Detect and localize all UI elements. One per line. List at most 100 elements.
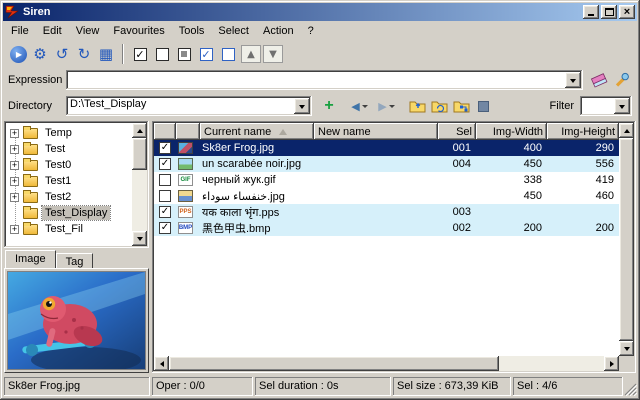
row-checkbox[interactable]: ✓ [159,206,171,218]
scroll-up-button[interactable] [132,123,147,138]
column-header-sel[interactable]: Sel [438,123,476,140]
refresh-folder-button[interactable] [428,95,450,117]
scroll-right-button[interactable] [604,356,619,371]
tree-item-test1[interactable]: + Test1 [6,173,132,189]
expander-plus-icon[interactable]: + [10,176,19,186]
tree-item-label[interactable]: Test_Fil [42,222,86,236]
arrow-right-icon: ▶ [378,99,387,113]
menu-tools[interactable]: Tools [172,22,212,40]
rename-button[interactable]: ▶ [7,43,29,65]
add-favourite-button[interactable]: + [318,95,340,117]
tree-scroll-thumb[interactable] [132,138,147,170]
tab-tag[interactable]: Tag [55,253,94,268]
menu-action[interactable]: Action [256,22,301,40]
row-checkbox[interactable]: ✓ [159,142,171,154]
expression-combo[interactable] [66,70,583,90]
tree-item-label[interactable]: Test1 [42,174,74,188]
tree-item-test-fil[interactable]: + Test_Fil [6,221,132,237]
undo-button[interactable]: ↺ [51,43,73,65]
expression-editor-button[interactable] [610,69,632,91]
expander-plus-icon[interactable]: + [10,144,19,154]
scroll-down-button[interactable] [619,341,634,356]
column-header-img-width[interactable]: Img-Width [476,123,547,140]
tree-item-label[interactable]: Test [42,142,68,156]
row-checkbox[interactable]: ✓ [159,222,171,234]
file-row-sk8er-frog[interactable]: ✓ Sk8er Frog.jpg 001 400 290 [154,140,619,156]
list-vscroll-thumb[interactable] [619,138,634,341]
check-matching-button[interactable]: ✓ [195,43,217,65]
folder-tree[interactable]: + Temp + Test + Test0 + Test1 + Test2 Te… [6,123,132,246]
tab-image[interactable]: Image [5,250,56,268]
redo-button[interactable]: ↻ [73,43,95,65]
stop-button[interactable] [472,95,494,117]
uncheck-matching-button[interactable] [217,43,239,65]
gif-file-icon: GIF [178,174,193,186]
row-checkbox[interactable] [159,190,171,202]
scroll-up-button[interactable] [619,123,634,138]
maximize-button[interactable] [601,5,617,19]
tree-item-test2[interactable]: + Test2 [6,189,132,205]
keypad-button[interactable]: ▦ [95,43,117,65]
folder-tree-button[interactable] [450,95,472,117]
row-checkbox[interactable]: ✓ [159,158,171,170]
tree-item-label-selected[interactable]: Test_Display [40,205,112,221]
directory-combo[interactable]: D:\Test_Display [66,96,312,116]
scroll-left-button[interactable] [154,356,169,371]
expression-dropdown-button[interactable] [565,72,581,88]
file-row-arabic-jpg[interactable]: خنفساء سوداء.jpg 450 460 [154,188,619,204]
forward-button[interactable]: ▶ [373,95,400,117]
move-up-button[interactable]: ▲ [241,45,261,63]
list-vscrollbar[interactable] [619,123,634,356]
menu-favourites[interactable]: Favourites [106,22,171,40]
titlebar[interactable]: Siren × [3,3,637,21]
tree-item-test[interactable]: + Test [6,141,132,157]
back-button[interactable]: ◀ [346,95,373,117]
filter-combo[interactable] [580,96,632,116]
minimize-button[interactable] [583,5,599,19]
column-header-icon[interactable] [176,123,200,140]
close-button[interactable]: × [619,5,635,19]
menu-view[interactable]: View [69,22,107,40]
file-row-hindi-pps[interactable]: ✓ PPS यक काला भृंग.pps 003 [154,204,619,220]
list-hscroll-thumb[interactable] [169,356,499,371]
tree-item-label[interactable]: Test0 [42,158,74,172]
parent-folder-button[interactable] [406,95,428,117]
tree-item-temp[interactable]: + Temp [6,125,132,141]
column-header-check[interactable] [154,123,176,140]
file-row-chinese-bmp[interactable]: ✓ BMP 黑色甲虫.bmp 002 200 200 [154,220,619,236]
select-all-button[interactable]: ✓ [129,43,151,65]
menu-file[interactable]: File [4,22,36,40]
invert-selection-button[interactable] [173,43,195,65]
column-header-current-name[interactable]: Current name [200,123,314,140]
sort-ascending-icon [279,125,288,135]
tree-item-label[interactable]: Temp [42,126,75,140]
tree-item-label[interactable]: Test2 [42,190,74,204]
options-button[interactable]: ⚙ [29,43,51,65]
tree-item-test-display[interactable]: Test_Display [6,205,132,221]
expander-plus-icon[interactable]: + [10,128,19,138]
directory-dropdown-button[interactable] [294,98,310,114]
unselect-all-button[interactable] [151,43,173,65]
resize-grip[interactable] [623,382,637,396]
menu-edit[interactable]: Edit [36,22,69,40]
expander-plus-icon[interactable]: + [10,160,19,170]
expander-plus-icon[interactable]: + [10,192,19,202]
move-down-button[interactable]: ▼ [263,45,283,63]
tree-scrollbar[interactable] [132,123,147,246]
row-checkbox[interactable] [159,174,171,186]
expander-plus-icon[interactable]: + [10,224,19,234]
file-row-cherny-zhuk[interactable]: GIF черный жук.gif 338 419 [154,172,619,188]
column-header-new-name[interactable]: New name [314,123,438,140]
tree-item-test0[interactable]: + Test0 [6,157,132,173]
list-hscrollbar[interactable] [154,356,619,371]
clear-expression-button[interactable] [588,69,610,91]
filter-dropdown-button[interactable] [614,98,630,114]
menubar: File Edit View Favourites Tools Select A… [3,21,637,41]
menu-help[interactable]: ? [301,22,321,40]
file-row-scarabee[interactable]: ✓ un scarabée noir.jpg 004 450 556 [154,156,619,172]
menu-select[interactable]: Select [211,22,256,40]
triangle-up-icon [136,126,143,133]
directory-input[interactable]: D:\Test_Display [70,98,146,110]
column-header-img-height[interactable]: Img-Height [547,123,619,140]
scroll-down-button[interactable] [132,231,147,246]
